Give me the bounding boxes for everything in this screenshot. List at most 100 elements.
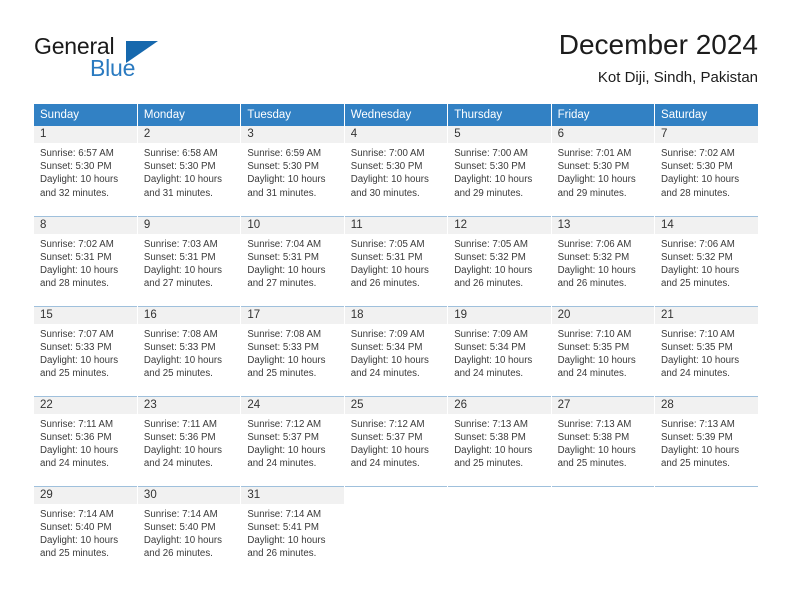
calendar-day-cell[interactable]: 6 Sunrise: 7:01 AM Sunset: 5:30 PM Daylight… [551,126,656,216]
day-number: 11 [344,216,448,234]
day-sunrise-text: Sunrise: 7:14 AM [40,508,114,520]
day-sunset-text: Sunset: 5:36 PM [143,431,216,443]
calendar-day-cell[interactable]: 26 Sunrise: 7:13 AM Sunset: 5:38 PM Dayligh… [447,395,552,486]
day-daylight1-text: Daylight: 10 hours [557,264,636,276]
calendar-day-cell-empty [447,485,552,576]
day-daylight1-text: Daylight: 10 hours [247,534,326,546]
day-sunset-text: Sunset: 5:33 PM [247,341,319,353]
calendar-day-cell[interactable]: 21 Sunrise: 7:10 AM Sunset: 5:35 PM Dayligh… [654,305,758,396]
day-daylight2-text: and 27 minutes. [247,278,317,290]
day-sunset-text: Sunset: 5:35 PM [557,341,630,353]
calendar-day-cell[interactable]: 24 Sunrise: 7:12 AM Sunset: 5:37 PM Dayligh… [240,395,345,486]
day-details: Sunrise: 7:11 AM Sunset: 5:36 PM Daylight:… [138,414,240,471]
day-sunset-text: Sunset: 5:30 PM [143,161,216,173]
calendar-day-cell[interactable]: 28 Sunrise: 7:13 AM Sunset: 5:39 PM Dayligh… [654,395,758,486]
calendar-day-cell[interactable]: 14 Sunrise: 7:06 AM Sunset: 5:32 PM Dayligh… [654,215,758,306]
day-sunrise-text: Sunrise: 7:13 AM [661,418,735,430]
weekday-header-friday: Friday [551,104,656,126]
day-details: Sunrise: 7:07 AM Sunset: 5:33 PM Daylight:… [34,324,137,381]
calendar-day-cell[interactable]: 18 Sunrise: 7:09 AM Sunset: 5:34 PM Dayligh… [344,305,449,396]
page-header: General Blue December 2024 Kot Diji, Sin… [0,0,792,104]
day-details: Sunrise: 7:03 AM Sunset: 5:31 PM Daylight:… [138,234,240,291]
calendar-day-cell-empty [551,485,656,576]
day-daylight2-text: and 24 minutes. [350,458,420,470]
day-daylight1-text: Daylight: 10 hours [557,354,636,366]
day-sunset-text: Sunset: 5:31 PM [40,251,112,263]
day-number: 20 [551,306,655,324]
day-details: Sunrise: 7:12 AM Sunset: 5:37 PM Daylight:… [345,414,447,471]
day-sunset-text: Sunset: 5:30 PM [661,161,733,173]
day-sunrise-text: Sunrise: 7:05 AM [350,238,425,250]
day-daylight2-text: and 24 minutes. [40,458,109,470]
calendar-day-cell[interactable]: 25 Sunrise: 7:12 AM Sunset: 5:37 PM Dayligh… [344,395,449,486]
day-number: 6 [551,126,655,143]
calendar-day-cell[interactable]: 2 Sunrise: 6:58 AM Sunset: 5:30 PM Daylight… [137,126,242,216]
general-blue-logo[interactable]: General Blue [34,33,214,85]
calendar-day-cell[interactable]: 22 Sunrise: 7:11 AM Sunset: 5:36 PM Dayligh… [34,395,138,486]
day-number: 19 [448,306,551,324]
calendar-day-cell[interactable]: 11 Sunrise: 7:05 AM Sunset: 5:31 PM Dayligh… [344,215,449,306]
day-details: Sunrise: 6:57 AM Sunset: 5:30 PM Daylight:… [34,143,137,200]
calendar-day-cell[interactable]: 13 Sunrise: 7:06 AM Sunset: 5:32 PM Dayligh… [551,215,656,306]
day-number: 17 [241,306,344,324]
day-sunset-text: Sunset: 5:35 PM [661,341,733,353]
day-number: 8 [34,216,137,234]
day-daylight1-text: Daylight: 10 hours [40,174,119,186]
calendar-page: General Blue December 2024 Kot Diji, Sin… [0,0,792,612]
calendar-day-cell[interactable]: 7 Sunrise: 7:02 AM Sunset: 5:30 PM Daylight… [654,126,758,216]
calendar-day-cell-empty [344,485,449,576]
day-sunrise-text: Sunrise: 7:10 AM [557,328,632,340]
day-daylight1-text: Daylight: 10 hours [661,354,740,366]
day-daylight2-text: and 25 minutes. [661,458,730,470]
day-sunset-text: Sunset: 5:33 PM [40,341,112,353]
calendar-day-cell[interactable]: 31 Sunrise: 7:14 AM Sunset: 5:41 PM Dayligh… [240,485,345,576]
calendar-day-cell[interactable]: 30 Sunrise: 7:14 AM Sunset: 5:40 PM Dayligh… [137,485,242,576]
day-sunset-text: Sunset: 5:40 PM [143,521,216,533]
day-sunrise-text: Sunrise: 7:01 AM [557,148,632,159]
day-details: Sunrise: 7:09 AM Sunset: 5:34 PM Daylight:… [448,324,550,381]
day-sunrise-text: Sunrise: 6:59 AM [247,148,322,159]
calendar-day-cell[interactable]: 9 Sunrise: 7:03 AM Sunset: 5:31 PM Daylight… [137,215,242,306]
calendar-day-cell-empty [654,485,758,576]
day-sunrise-text: Sunrise: 7:02 AM [40,238,114,250]
day-daylight1-text: Daylight: 10 hours [350,264,429,276]
day-number: 22 [34,396,137,414]
day-number: 14 [655,216,758,234]
day-daylight2-text: and 25 minutes. [454,458,524,470]
calendar-day-cell[interactable]: 20 Sunrise: 7:10 AM Sunset: 5:35 PM Dayligh… [551,305,656,396]
calendar-day-cell[interactable]: 8 Sunrise: 7:02 AM Sunset: 5:31 PM Daylight… [34,215,138,306]
day-sunrise-text: Sunrise: 6:57 AM [40,148,114,159]
day-details: Sunrise: 7:13 AM Sunset: 5:39 PM Daylight:… [655,414,758,471]
calendar-day-cell[interactable]: 19 Sunrise: 7:09 AM Sunset: 5:34 PM Dayligh… [447,305,552,396]
calendar-day-cell[interactable]: 17 Sunrise: 7:08 AM Sunset: 5:33 PM Dayligh… [240,305,345,396]
calendar-day-cell[interactable]: 3 Sunrise: 6:59 AM Sunset: 5:30 PM Daylight… [240,126,345,216]
day-details: Sunrise: 7:00 AM Sunset: 5:30 PM Daylight:… [345,143,447,200]
day-daylight2-text: and 25 minutes. [143,368,213,380]
calendar-day-cell[interactable]: 16 Sunrise: 7:08 AM Sunset: 5:33 PM Dayligh… [137,305,242,396]
day-sunrise-text: Sunrise: 7:09 AM [454,328,528,340]
day-daylight2-text: and 31 minutes. [247,187,317,199]
day-details: Sunrise: 7:14 AM Sunset: 5:41 PM Daylight:… [241,504,343,561]
calendar-week-row: 15 Sunrise: 7:07 AM Sunset: 5:33 PM Dayligh… [34,305,758,396]
calendar-day-cell[interactable]: 12 Sunrise: 7:05 AM Sunset: 5:32 PM Dayligh… [447,215,552,306]
calendar-day-cell[interactable]: 23 Sunrise: 7:11 AM Sunset: 5:36 PM Dayligh… [137,395,242,486]
day-sunset-text: Sunset: 5:36 PM [40,431,112,443]
calendar-day-cell[interactable]: 4 Sunrise: 7:00 AM Sunset: 5:30 PM Daylight… [344,126,449,216]
calendar-day-cell[interactable]: 27 Sunrise: 7:13 AM Sunset: 5:38 PM Dayligh… [551,395,656,486]
day-number: 4 [344,126,448,143]
day-details: Sunrise: 7:06 AM Sunset: 5:32 PM Daylight:… [655,234,758,291]
weekday-header-thursday: Thursday [447,104,552,126]
day-sunset-text: Sunset: 5:31 PM [247,251,319,263]
calendar-day-cell[interactable]: 15 Sunrise: 7:07 AM Sunset: 5:33 PM Dayligh… [34,305,138,396]
day-sunrise-text: Sunrise: 7:08 AM [143,328,218,340]
day-daylight1-text: Daylight: 10 hours [661,444,740,456]
day-daylight2-text: and 24 minutes. [454,368,524,380]
day-number [344,486,448,504]
day-sunrise-text: Sunrise: 7:05 AM [454,238,528,250]
calendar-day-cell[interactable]: 5 Sunrise: 7:00 AM Sunset: 5:30 PM Daylight… [447,126,552,216]
calendar-day-cell[interactable]: 1 Sunrise: 6:57 AM Sunset: 5:30 PM Daylight… [34,126,138,216]
page-title: December 2024 [558,29,758,60]
calendar-day-cell[interactable]: 29 Sunrise: 7:14 AM Sunset: 5:40 PM Dayligh… [34,485,138,576]
calendar-day-cell[interactable]: 10 Sunrise: 7:04 AM Sunset: 5:31 PM Dayligh… [240,215,345,306]
day-daylight2-text: and 28 minutes. [40,278,109,290]
